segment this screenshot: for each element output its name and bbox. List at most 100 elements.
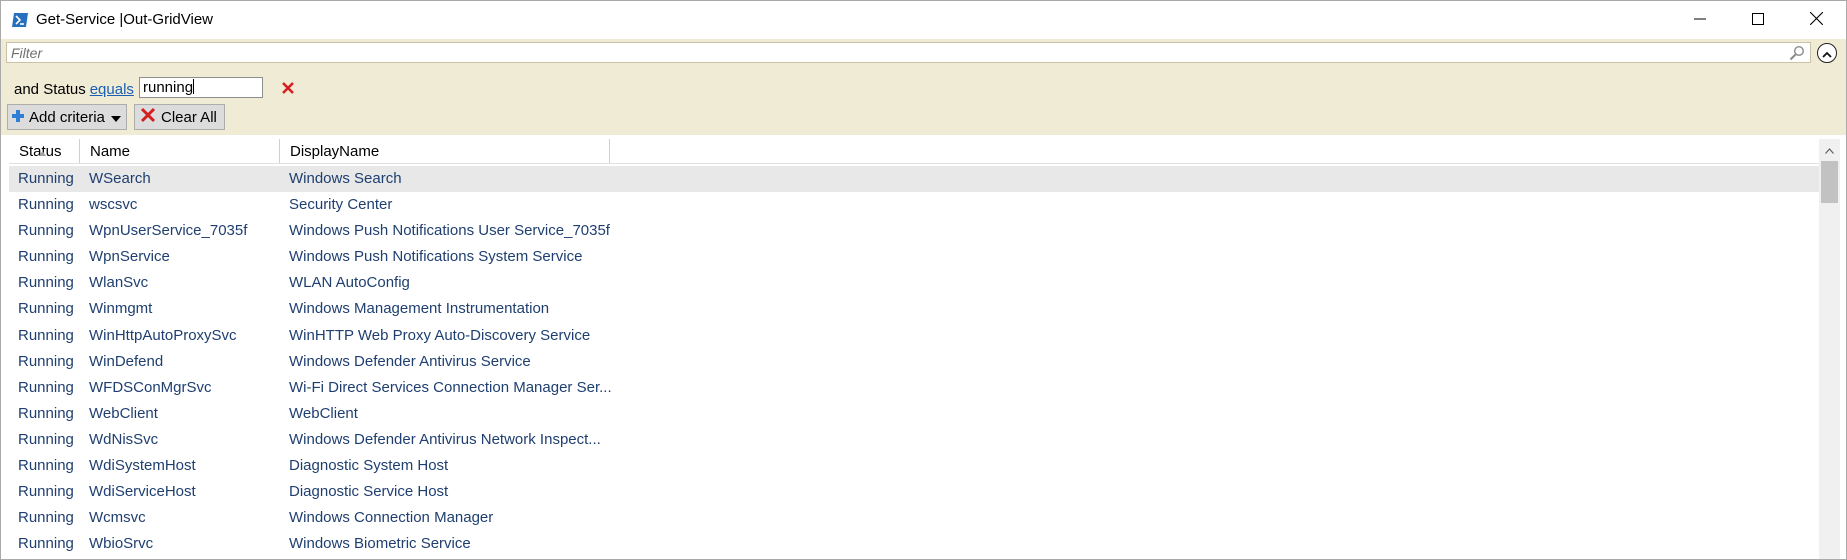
table-row[interactable]: Running WinDefend Windows Defender Antivir… xyxy=(9,349,1819,375)
services-grid: Status Name DisplayName Running WSearch Wi… xyxy=(9,139,1819,559)
table-row[interactable]: Running Wcmsvc Windows Connection Manager xyxy=(9,505,1819,531)
name-cell: WinDefend xyxy=(89,352,164,370)
clear-all-button[interactable]: Clear All xyxy=(134,104,225,130)
displayname-cell: Windows Search xyxy=(289,170,402,187)
name-cell: WFDSConMgrSvc xyxy=(89,378,212,396)
criteria-value-text: running xyxy=(143,79,194,96)
status-cell: Running xyxy=(18,404,74,422)
status-cell: Running xyxy=(18,326,74,344)
criteria-operator-link[interactable]: equals xyxy=(90,81,134,98)
table-row[interactable]: Running WbioSrvc Windows Biometric Service xyxy=(9,531,1819,557)
powershell-icon xyxy=(11,12,29,28)
collapse-filter-button[interactable] xyxy=(1817,43,1837,63)
table-row[interactable]: Running WpnService Windows Push Notificati… xyxy=(9,244,1819,270)
chevron-up-icon xyxy=(1822,45,1832,62)
status-cell: Running xyxy=(18,430,74,448)
remove-criteria-icon[interactable] xyxy=(279,79,297,97)
status-cell: Running xyxy=(18,170,74,187)
name-cell: wscsvc xyxy=(89,196,138,214)
table-row[interactable]: Running WlanSvc WLAN AutoConfig xyxy=(9,270,1819,296)
displayname-cell: Windows Management Instrumentation xyxy=(289,300,550,318)
name-cell: WpnService xyxy=(89,248,170,266)
status-cell: Running xyxy=(18,300,74,318)
displayname-cell: Diagnostic System Host xyxy=(289,457,449,475)
displayname-cell: Windows Biometric Service xyxy=(289,535,471,553)
name-cell: Winmgmt xyxy=(89,300,153,318)
close-icon xyxy=(1809,11,1823,29)
displayname-cell: WLAN AutoConfig xyxy=(289,274,410,292)
displayname-cell: Diagnostic Service Host xyxy=(289,483,449,501)
table-row[interactable]: Running WinHttpAutoProxySvc WinHTTP Web Pr… xyxy=(9,323,1819,349)
maximize-icon xyxy=(1752,12,1764,29)
add-criteria-label: Add criteria xyxy=(29,108,105,126)
name-cell: WdiServiceHost xyxy=(89,483,196,501)
table-row[interactable]: Running WdiServiceHost Diagnostic Service … xyxy=(9,479,1819,505)
clear-icon xyxy=(140,107,156,127)
status-cell: Running xyxy=(18,378,74,396)
displayname-cell: Security Center xyxy=(289,196,393,214)
close-button[interactable] xyxy=(1787,1,1845,39)
status-cell: Running xyxy=(18,274,74,292)
grid-header: Status Name DisplayName xyxy=(9,139,1819,164)
status-cell: Running xyxy=(18,352,74,370)
table-row[interactable]: Running WpnUserService_7035f Windows Push … xyxy=(9,218,1819,244)
name-cell: WinHttpAutoProxySvc xyxy=(89,326,237,344)
status-cell: Running xyxy=(18,535,74,553)
displayname-cell: Windows Connection Manager xyxy=(289,509,494,527)
displayname-cell: Windows Push Notifications System Servic… xyxy=(289,248,583,266)
displayname-cell: Wi-Fi Direct Services Connection Manager… xyxy=(289,378,612,396)
column-header-displayname[interactable]: DisplayName xyxy=(280,139,610,163)
table-row[interactable]: Running WFDSConMgrSvc Wi-Fi Direct Service… xyxy=(9,375,1819,401)
filter-box xyxy=(6,42,1811,63)
minimize-button[interactable] xyxy=(1671,1,1729,39)
filter-panel: and Status equals running Add criteria xyxy=(1,39,1846,135)
name-cell: WbioSrvc xyxy=(89,535,154,553)
plus-icon xyxy=(12,109,24,126)
text-caret xyxy=(193,79,195,94)
displayname-cell: Windows Defender Antivirus Service xyxy=(289,352,531,370)
add-criteria-button[interactable]: Add criteria xyxy=(7,104,127,130)
table-row[interactable]: Running wscsvc Security Center xyxy=(9,192,1819,218)
status-cell: Running xyxy=(18,196,74,214)
criteria-row: and Status equals running xyxy=(14,77,294,101)
dropdown-arrow-icon xyxy=(110,109,121,126)
column-header-displayname-label: DisplayName xyxy=(290,143,380,160)
table-row[interactable]: Running WdNisSvc Windows Defender Antiviru… xyxy=(9,427,1819,453)
name-cell: WebClient xyxy=(89,404,158,422)
status-cell: Running xyxy=(18,222,74,240)
table-row[interactable]: Running Winmgmt Windows Management Instrum… xyxy=(9,296,1819,322)
name-cell: WdNisSvc xyxy=(89,430,159,448)
column-header-name-label: Name xyxy=(90,143,131,160)
criteria-label: and Status xyxy=(14,80,86,98)
displayname-cell: WebClient xyxy=(289,404,358,422)
displayname-cell: Windows Push Notifications User Service_… xyxy=(289,222,610,240)
table-row[interactable]: Running WdiSystemHost Diagnostic System Ho… xyxy=(9,453,1819,479)
status-cell: Running xyxy=(18,509,74,527)
column-header-name[interactable]: Name xyxy=(80,139,280,163)
minimize-icon xyxy=(1694,12,1706,29)
displayname-cell: Windows Defender Antivirus Network Inspe… xyxy=(289,430,601,448)
scroll-up-button[interactable] xyxy=(1819,139,1840,159)
grid-rows: Running WSearch Windows Search Running wscsv… xyxy=(9,166,1819,557)
window-title: Get-Service |Out-GridView xyxy=(36,11,214,28)
scrollbar-thumb[interactable] xyxy=(1821,161,1838,203)
maximize-button[interactable] xyxy=(1729,1,1787,39)
search-icon[interactable] xyxy=(1789,45,1805,61)
out-gridview-window: Get-Service |Out-GridView Filter and Sta… xyxy=(0,0,1847,560)
title-bar: Get-Service |Out-GridView xyxy=(1,1,1846,39)
table-row[interactable]: Running WebClient WebClient xyxy=(9,401,1819,427)
table-row[interactable]: Running WSearch Windows Search xyxy=(9,166,1819,193)
name-cell: WlanSvc xyxy=(89,274,149,292)
status-cell: Running xyxy=(18,457,74,475)
filter-input[interactable] xyxy=(7,43,1777,62)
criteria-value-input[interactable]: running xyxy=(139,77,263,98)
vertical-scrollbar[interactable] xyxy=(1819,139,1840,559)
name-cell: WdiSystemHost xyxy=(89,457,196,475)
sort-ascending-icon xyxy=(39,139,46,156)
column-header-status[interactable]: Status xyxy=(9,139,80,163)
name-cell: WpnUserService_7035f xyxy=(89,222,248,240)
status-cell: Running xyxy=(18,483,74,501)
chevron-up-icon xyxy=(1825,141,1834,158)
displayname-cell: WinHTTP Web Proxy Auto-Discovery Service xyxy=(289,326,591,344)
clear-all-label: Clear All xyxy=(161,108,217,126)
